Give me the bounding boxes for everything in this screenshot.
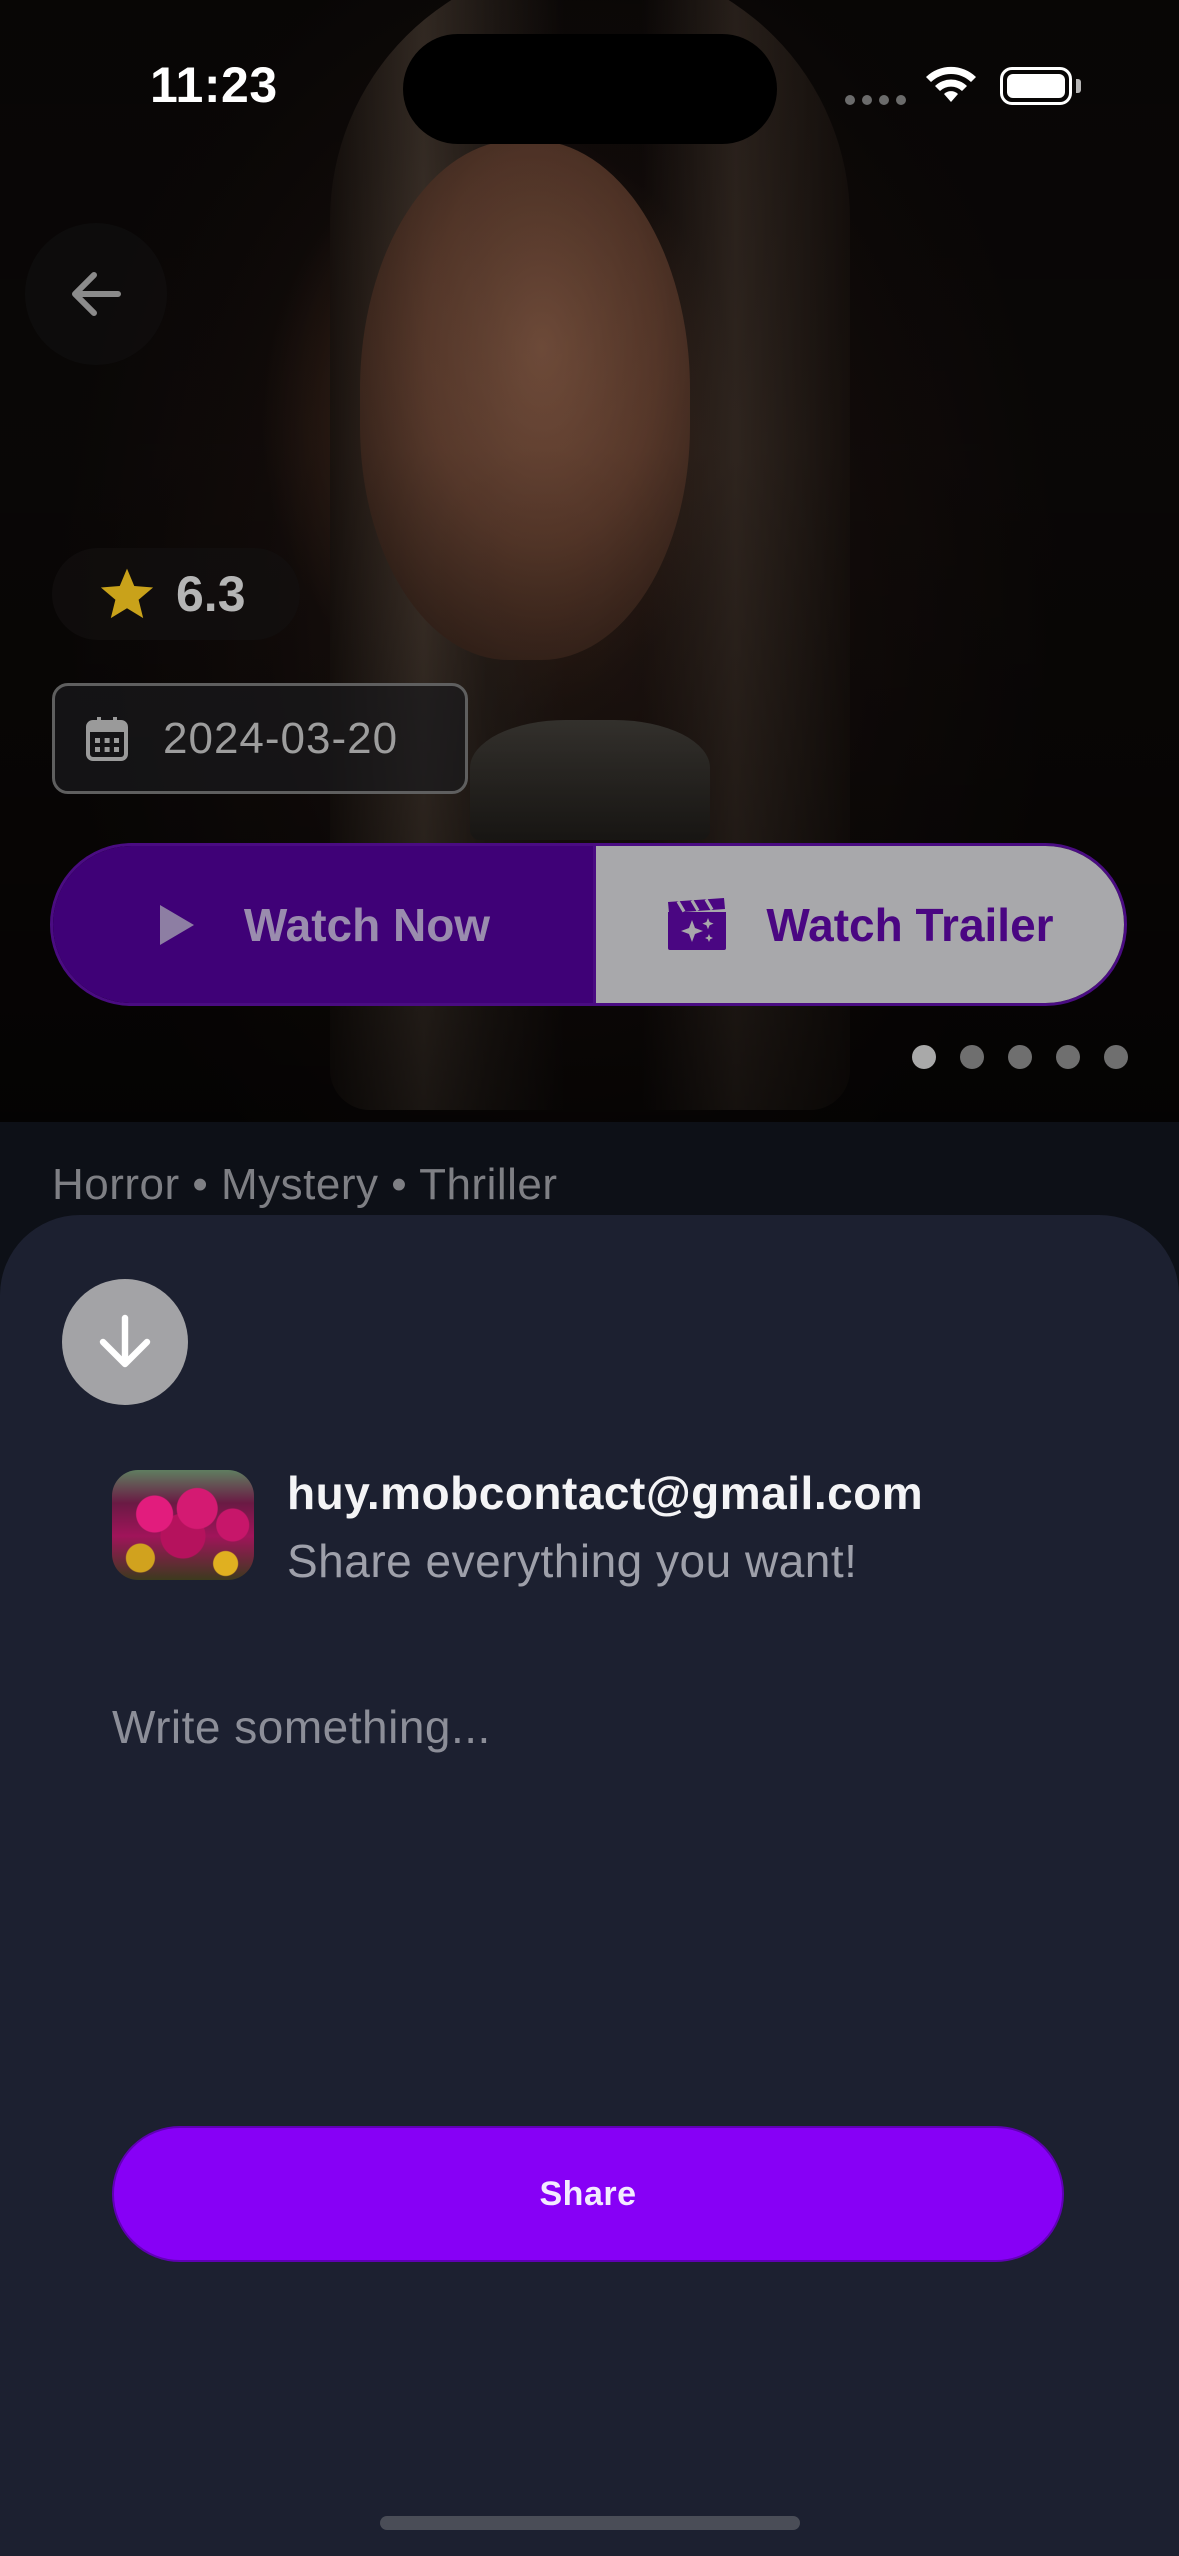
rating-badge: 6.3	[52, 548, 300, 640]
watch-now-label: Watch Now	[243, 898, 491, 951]
play-icon	[159, 904, 194, 945]
cellular-signal-icon	[845, 95, 906, 105]
status-time: 11:23	[150, 57, 278, 113]
arrow-down-icon	[99, 1314, 151, 1368]
genre-list: Horror • Mystery • Thriller	[52, 1160, 558, 1209]
carousel-dot[interactable]	[912, 1045, 936, 1069]
user-email: huy.mobcontact@gmail.com	[287, 1467, 924, 1519]
share-button[interactable]: Share	[112, 2126, 1064, 2262]
carousel-dot[interactable]	[960, 1045, 984, 1069]
rating-value: 6.3	[176, 566, 246, 622]
watch-trailer-label: Watch Trailer	[766, 898, 1054, 951]
watch-now-button[interactable]: Watch Now	[53, 846, 593, 1003]
calendar-icon	[86, 716, 128, 761]
carousel-dot[interactable]	[1008, 1045, 1032, 1069]
watch-actions: Watch Now Watch Trailer	[50, 843, 1127, 1006]
share-button-label: Share	[539, 2174, 637, 2213]
carousel-dot[interactable]	[1056, 1045, 1080, 1069]
collapse-sheet-button[interactable]	[62, 1279, 188, 1405]
back-button[interactable]	[25, 223, 167, 365]
wifi-icon	[926, 66, 976, 102]
carousel-indicator[interactable]	[912, 1045, 1128, 1069]
post-composer-input[interactable]	[112, 1700, 1062, 2080]
star-icon	[100, 568, 154, 619]
dynamic-island	[403, 34, 777, 144]
release-date: 2024-03-20	[163, 713, 399, 763]
carousel-dot[interactable]	[1104, 1045, 1128, 1069]
home-indicator[interactable]	[380, 2516, 800, 2530]
battery-tip	[1076, 79, 1081, 93]
clapperboard-icon	[668, 897, 727, 950]
watch-trailer-button[interactable]: Watch Trailer	[593, 846, 1124, 1003]
arrow-left-icon	[72, 272, 121, 316]
user-tagline: Share everything you want!	[287, 1535, 858, 1587]
user-avatar	[112, 1470, 254, 1580]
battery-icon	[1000, 67, 1072, 105]
release-date-badge: 2024-03-20	[52, 683, 468, 794]
